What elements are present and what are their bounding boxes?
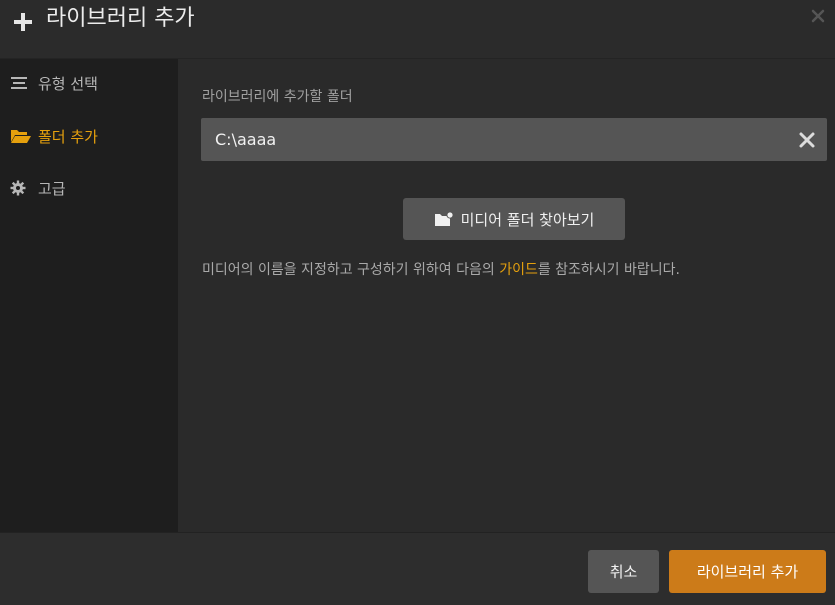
clear-icon[interactable]: [798, 131, 816, 149]
sidebar-item-advanced[interactable]: 고급: [0, 168, 178, 208]
folder-open-icon: [10, 128, 32, 144]
browse-button-label: 미디어 폴더 찾아보기: [460, 210, 595, 229]
folder-plus-icon: [434, 211, 454, 226]
sidebar-item-type-select[interactable]: 유형 선택: [0, 63, 178, 103]
sidebar-item-label: 폴더 추가: [38, 127, 98, 146]
guide-link[interactable]: 가이드: [499, 262, 538, 278]
folder-path-input[interactable]: [201, 118, 827, 161]
sidebar-item-label: 고급: [38, 179, 66, 198]
gear-icon: [10, 180, 32, 196]
cancel-button[interactable]: 취소: [588, 550, 659, 593]
folder-field-label: 라이브러리에 추가할 폴더: [202, 89, 353, 105]
close-icon[interactable]: [811, 9, 825, 23]
plus-icon: [14, 13, 32, 31]
dialog-header: 라이브러리 추가: [0, 0, 835, 59]
sidebar-item-add-folder[interactable]: 폴더 추가: [0, 116, 178, 156]
help-text: 미디어의 이름을 지정하고 구성하기 위하여 다음의 가이드를 참조하시기 바랍…: [202, 262, 680, 278]
sidebar-item-label: 유형 선택: [38, 74, 98, 93]
list-icon: [10, 75, 32, 91]
browse-media-folder-button[interactable]: 미디어 폴더 찾아보기: [403, 198, 625, 240]
add-library-button[interactable]: 라이브러리 추가: [669, 550, 826, 593]
dialog-title: 라이브러리 추가: [46, 6, 195, 31]
